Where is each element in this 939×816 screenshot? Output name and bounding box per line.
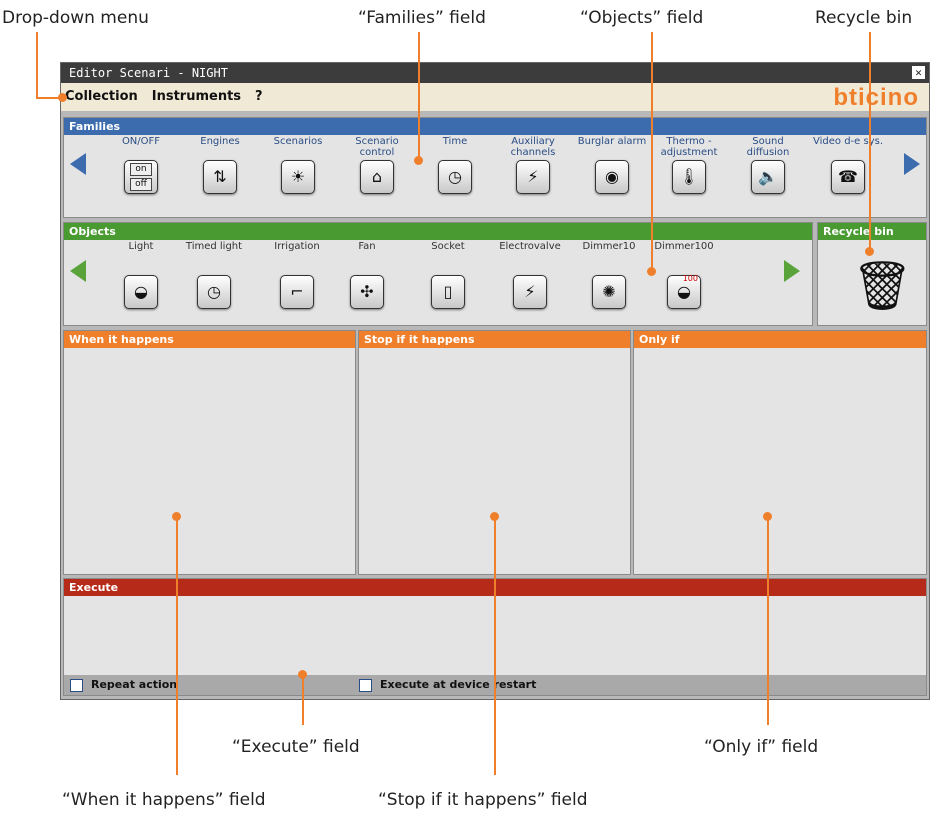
recycle-bin-header: Recycle bin — [818, 223, 926, 240]
thermometer-icon: 🌡 — [672, 160, 706, 194]
repeat-action-label: Repeat action — [91, 678, 178, 691]
objects-prev-arrow-icon[interactable] — [70, 260, 86, 282]
callout-when: “When it happens” field — [62, 790, 266, 810]
close-icon[interactable]: ✕ — [912, 66, 925, 79]
menu-help[interactable]: ? — [255, 89, 263, 104]
callout-dropdown: Drop-down menu — [2, 8, 149, 28]
menu-bar: Collection Instruments? bticino — [61, 83, 929, 111]
clock-icon: ◷ — [438, 160, 472, 194]
objects-header: Objects — [64, 223, 812, 240]
bticino-logo: bticino — [833, 84, 919, 111]
objects-panel: Objects Light ◒ Timed light ◷ Irrigation… — [63, 222, 813, 326]
families-header: Families — [64, 118, 926, 135]
dimmer10-icon: ✺ — [592, 275, 626, 309]
engines-icon: ⇅ — [203, 160, 237, 194]
trash-icon: 🗑 — [852, 258, 913, 314]
dimmer100-icon: ◒ 100 — [667, 274, 701, 309]
scenario-control-icon: ⌂ — [360, 160, 394, 194]
only-if-header: Only if — [634, 331, 926, 348]
family-onoff[interactable]: ON/OFF on off — [110, 136, 172, 194]
family-engines[interactable]: Engines ⇅ — [189, 136, 251, 194]
alarm-icon: ◉ — [595, 160, 629, 194]
title-bar: Editor Scenari - NIGHT ✕ — [61, 63, 929, 83]
family-scenario-control[interactable]: Scenario control ⌂ — [346, 136, 408, 194]
on-off-icon: on off — [124, 160, 158, 194]
when-it-happens-panel[interactable]: When it happens — [63, 330, 356, 575]
object-dimmer100[interactable]: Dimmer100 ◒ 100 — [649, 241, 719, 309]
callout-execute: “Execute” field — [232, 737, 360, 757]
families-panel: Families ON/OFF on off Engines ⇅ Scenario… — [63, 117, 927, 218]
light-icon: ◒ — [124, 275, 158, 309]
families-prev-arrow-icon[interactable] — [70, 153, 86, 175]
when-header: When it happens — [64, 331, 355, 348]
callout-objects: “Objects” field — [580, 8, 704, 28]
family-sound[interactable]: Sound diffusion 🔈 — [737, 136, 799, 194]
execute-restart-label: Execute at device restart — [379, 678, 537, 691]
menu-instruments[interactable]: Instruments — [152, 89, 241, 104]
callout-only-if: “Only if” field — [704, 737, 819, 757]
family-video[interactable]: Video d-e sys. ☎ — [808, 136, 888, 194]
family-scenarios[interactable]: Scenarios ☀ — [267, 136, 329, 194]
only-if-panel[interactable]: Only if — [633, 330, 927, 575]
object-light[interactable]: Light ◒ — [106, 241, 176, 309]
family-time[interactable]: Time ◷ — [424, 136, 486, 194]
execute-restart-checkbox[interactable] — [358, 678, 372, 692]
lightning-icon: ⚡ — [516, 160, 550, 194]
object-fan[interactable]: Fan ✣ — [332, 241, 402, 309]
family-auxiliary[interactable]: Auxiliary channels ⚡ — [502, 136, 564, 194]
intercom-icon: ☎ — [831, 160, 865, 194]
object-electrovalve[interactable]: Electrovalve ⚡ — [492, 241, 568, 309]
object-dimmer10[interactable]: Dimmer10 ✺ — [574, 241, 644, 309]
object-socket[interactable]: Socket ▯ — [413, 241, 483, 309]
scenarios-icon: ☀ — [281, 160, 315, 194]
faucet-icon: ⌐ — [280, 275, 314, 309]
family-thermo[interactable]: Thermo - adjustment 🌡 — [658, 136, 720, 194]
callout-families: “Families” field — [358, 8, 486, 28]
stop-header: Stop if it happens — [359, 331, 630, 348]
recycle-bin-panel[interactable]: Recycle bin 🗑 — [817, 222, 927, 326]
repeat-action-checkbox[interactable] — [70, 678, 83, 692]
speaker-icon: 🔈 — [751, 160, 785, 194]
object-timed-light[interactable]: Timed light ◷ — [179, 241, 249, 309]
objects-next-arrow-icon[interactable] — [784, 260, 800, 282]
electrovalve-icon: ⚡ — [513, 275, 547, 309]
object-irrigation[interactable]: Irrigation ⌐ — [262, 241, 332, 309]
families-next-arrow-icon[interactable] — [904, 153, 920, 175]
callout-stop: “Stop if it happens” field — [378, 790, 588, 810]
timed-light-icon: ◷ — [197, 275, 231, 309]
socket-icon: ▯ — [431, 275, 465, 309]
menu-collection[interactable]: Collection — [65, 89, 138, 104]
window-title: Editor Scenari - NIGHT — [69, 66, 228, 80]
fan-icon: ✣ — [350, 275, 384, 309]
family-burglar-alarm[interactable]: Burglar alarm ◉ — [574, 136, 650, 194]
callout-recycle: Recycle bin — [815, 8, 913, 28]
dimmer-badge: 100 — [682, 274, 698, 283]
